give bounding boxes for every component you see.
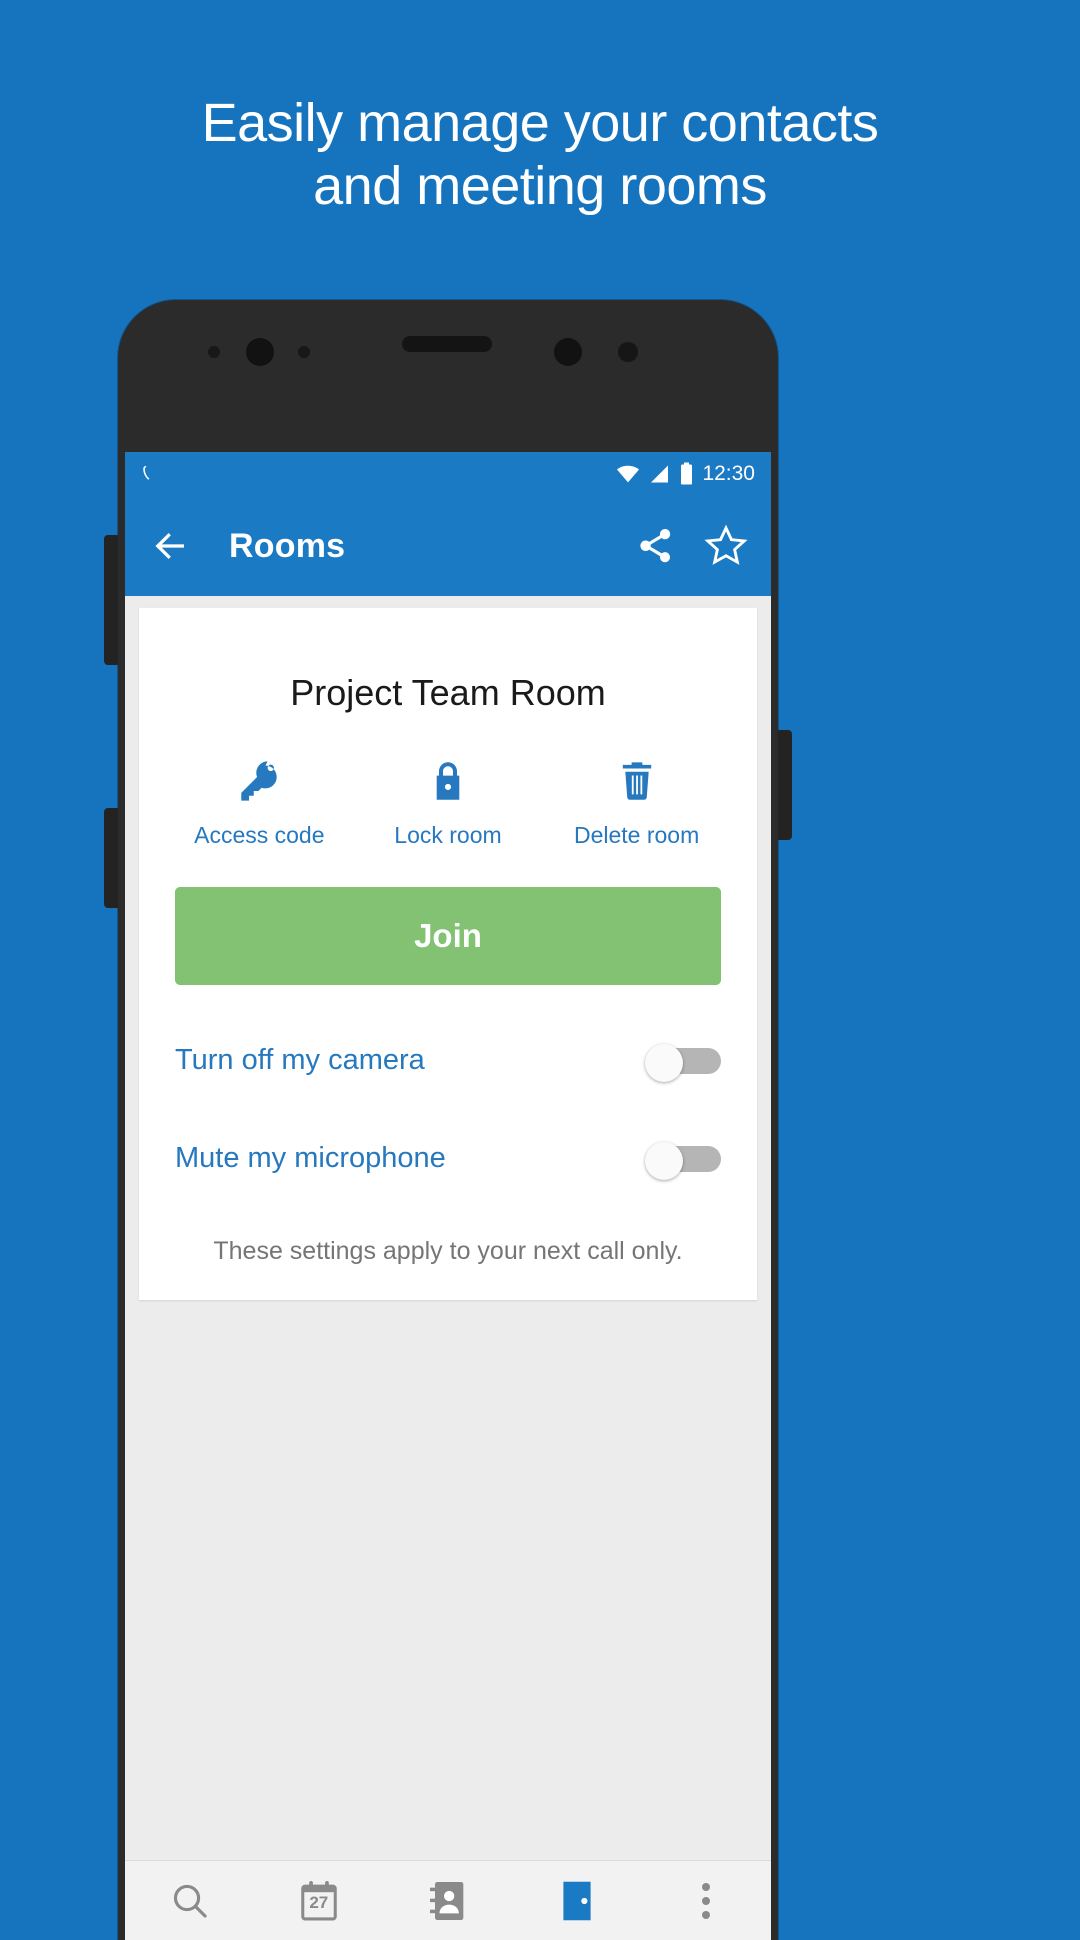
cellular-signal-icon [649,464,671,484]
front-camera-right-icon [554,338,582,366]
rooms-icon [560,1878,594,1924]
promo-line-1: Easily manage your contacts [201,93,879,153]
setting-row-camera[interactable]: Turn off my camera [139,1037,757,1083]
promo-headline: Easily manage your contacts and meeting … [0,92,1080,217]
earpiece-speaker [402,336,492,352]
nav-item-more[interactable] [642,1861,771,1940]
join-button[interactable]: Join [175,887,721,985]
page-title: Rooms [229,526,346,565]
sensor-dot-right-icon [298,346,310,358]
arrow-left-icon[interactable] [149,525,191,567]
phone-screen: 12:30 Rooms Project Team Room Access cod… [125,452,771,1940]
setting-label-camera: Turn off my camera [175,1043,425,1076]
nav-item-calendar[interactable]: 27 [254,1861,383,1940]
action-label: Lock room [394,822,502,848]
nav-item-rooms[interactable] [513,1861,642,1940]
share-icon[interactable] [635,525,677,567]
room-detail-card: Project Team Room Access code Lock room … [139,608,757,1300]
toggle-camera[interactable] [645,1044,721,1082]
action-access-code[interactable]: Access code [166,752,353,849]
contacts-icon [428,1879,468,1923]
toggle-knob [645,1142,683,1180]
calendar-day-number: 27 [309,1892,329,1912]
battery-full-icon [680,462,693,486]
phone-call-icon [139,462,159,486]
volume-up-button[interactable] [104,535,118,665]
key-icon [166,752,353,810]
setting-row-microphone[interactable]: Mute my microphone [139,1135,757,1181]
toggle-knob [645,1044,683,1082]
app-bar: Rooms [125,496,771,596]
phone-mockup: 12:30 Rooms Project Team Room Access cod… [104,300,792,1940]
action-label: Access code [194,822,325,848]
calendar-icon: 27 [298,1879,340,1923]
proximity-sensor-icon [618,342,638,362]
action-label: Delete room [573,822,700,848]
bottom-navigation: 27 [125,1860,771,1940]
toggle-microphone[interactable] [645,1142,721,1180]
trash-icon [543,752,730,810]
setting-label-microphone: Mute my microphone [175,1141,446,1174]
star-outline-icon[interactable] [703,523,749,569]
promo-line-2: and meeting rooms [313,155,767,216]
room-actions-row: Access code Lock room Delete room [139,720,757,849]
status-bar-clock: 12:30 [702,462,755,485]
settings-note: These settings apply to your next call o… [213,1237,683,1265]
wifi-icon [616,464,640,484]
sensor-dot-left-icon [208,346,220,358]
nav-item-contacts[interactable] [383,1861,512,1940]
search-icon [169,1880,211,1922]
more-vertical-icon [700,1879,712,1923]
front-camera-left-icon [246,338,274,366]
room-name: Project Team Room [290,672,606,713]
volume-down-button[interactable] [104,808,118,908]
action-lock-room[interactable]: Lock room [355,752,542,849]
screen-content: Project Team Room Access code Lock room … [125,596,771,1860]
phone-top-hardware [118,300,778,452]
status-bar: 12:30 [125,452,771,496]
nav-item-search[interactable] [125,1861,254,1940]
action-delete-room[interactable]: Delete room [543,752,730,849]
power-button[interactable] [778,730,792,840]
lock-icon [355,752,542,810]
